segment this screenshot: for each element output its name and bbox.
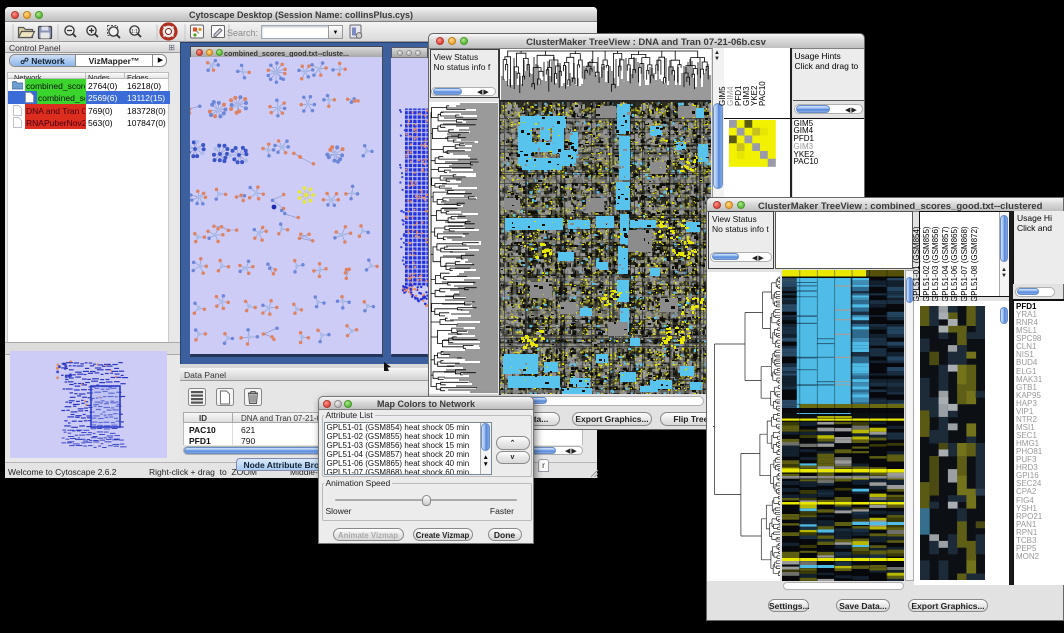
- svg-text:1:1: 1:1: [131, 29, 138, 35]
